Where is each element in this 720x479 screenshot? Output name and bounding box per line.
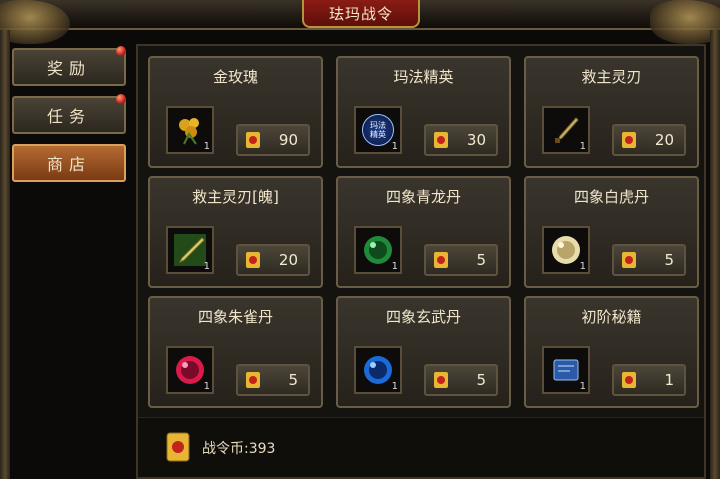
spirit-blade-soul-icon [174,234,206,266]
item-name: 四象白虎丹 [573,188,649,206]
black-tortoise-pill-icon [364,356,392,384]
item-slot[interactable]: 玛法精英 1 [354,106,402,154]
mafa-elite-badge-icon: 玛法精英 [362,114,394,146]
battle-pass-coin-icon [434,252,448,268]
shop-item-card[interactable]: 救主灵刃[魄] 1 20 [148,176,323,288]
vermilion-bird-pill-icon [176,356,204,384]
tab-label: 商店 [46,155,91,174]
buy-button[interactable]: 30 [424,124,498,156]
item-name: 救主灵刃 [581,68,642,86]
item-name: 金玫瑰 [212,68,258,86]
item-name: 救主灵刃[魄] [192,188,279,206]
item-name: 四象玄武丹 [385,308,461,326]
item-name: 四象朱雀丹 [197,308,273,326]
item-quantity: 1 [579,141,586,152]
shop-panel: 金玫瑰 1 90 玛法精英 玛法精英 1 30 救主灵刃 1 20 救主灵刃[魄… [136,44,706,479]
tab-tasks[interactable]: 任务 [12,94,126,134]
item-slot[interactable]: 1 [166,346,214,394]
battle-pass-coin-icon [166,432,190,462]
buy-button[interactable]: 20 [236,244,310,276]
item-quantity: 1 [391,141,398,152]
shop-item-card[interactable]: 救主灵刃 1 20 [524,56,699,168]
item-name: 玛法精英 [393,68,454,86]
battle-pass-coin-icon [434,372,448,388]
item-price: 20 [654,131,674,149]
shop-item-card[interactable]: 四象玄武丹 1 5 [336,296,511,408]
battle-pass-coin-icon [622,132,636,148]
buy-button[interactable]: 90 [236,124,310,156]
shop-item-card[interactable]: 四象青龙丹 1 5 [336,176,511,288]
spirit-blade-icon [555,117,579,143]
item-slot[interactable]: 1 [542,106,590,154]
item-slot[interactable]: 1 [542,226,590,274]
green-dragon-pill-icon [364,236,392,264]
tab-rewards[interactable]: 奖励 [12,46,126,86]
item-price: 30 [466,131,486,149]
item-quantity: 1 [203,141,210,152]
frame-pillar-left [0,30,10,479]
item-quantity: 1 [203,261,210,272]
notification-dot-icon [116,46,126,56]
item-price: 1 [664,371,674,389]
currency-balance: 战令币:393 [202,441,276,457]
shop-item-card[interactable]: 四象白虎丹 1 5 [524,176,699,288]
buy-button[interactable]: 5 [236,364,310,396]
item-quantity: 1 [203,381,210,392]
item-price: 5 [476,251,486,269]
tab-shop[interactable]: 商店 [12,144,126,182]
currency-bar: 战令币:393 [138,417,704,477]
battle-pass-coin-icon [246,132,260,148]
white-tiger-pill-icon [552,236,580,264]
item-quantity: 1 [391,261,398,272]
tab-label: 奖励 [46,59,91,78]
buy-button[interactable]: 1 [612,364,686,396]
golden-rose-icon [179,118,199,145]
item-slot[interactable]: 1 [354,226,402,274]
battle-pass-coin-icon [434,132,448,148]
buy-button[interactable]: 20 [612,124,686,156]
buy-button[interactable]: 5 [424,244,498,276]
shop-item-card[interactable]: 金玫瑰 1 90 [148,56,323,168]
item-slot[interactable]: 1 [166,106,214,154]
tab-label: 任务 [46,107,91,126]
shop-item-card[interactable]: 玛法精英 玛法精英 1 30 [336,56,511,168]
notification-dot-icon [116,94,126,104]
battle-pass-coin-icon [622,372,636,388]
battle-pass-coin-icon [622,252,636,268]
beginner-manual-icon [553,359,579,381]
window-title: 珐玛战令 [302,0,420,28]
item-quantity: 1 [579,261,586,272]
item-quantity: 1 [391,381,398,392]
buy-button[interactable]: 5 [424,364,498,396]
frame-pillar-right [710,30,720,479]
item-price: 5 [288,371,298,389]
battle-pass-coin-icon [246,372,260,388]
item-quantity: 1 [579,381,586,392]
shop-grid[interactable]: 金玫瑰 1 90 玛法精英 玛法精英 1 30 救主灵刃 1 20 救主灵刃[魄… [148,56,700,414]
item-slot[interactable]: 1 [354,346,402,394]
item-price: 5 [664,251,674,269]
item-price: 5 [476,371,486,389]
item-price: 90 [278,131,298,149]
shop-item-card[interactable]: 四象朱雀丹 1 5 [148,296,323,408]
battle-pass-coin-icon [246,252,260,268]
shop-item-card[interactable]: 初阶秘籍 1 1 [524,296,699,408]
sidebar: 奖励 任务 商店 [12,46,128,192]
item-price: 20 [278,251,298,269]
item-name: 初阶秘籍 [581,308,642,326]
item-name: 四象青龙丹 [385,188,461,206]
item-slot[interactable]: 1 [542,346,590,394]
buy-button[interactable]: 5 [612,244,686,276]
item-slot[interactable]: 1 [166,226,214,274]
